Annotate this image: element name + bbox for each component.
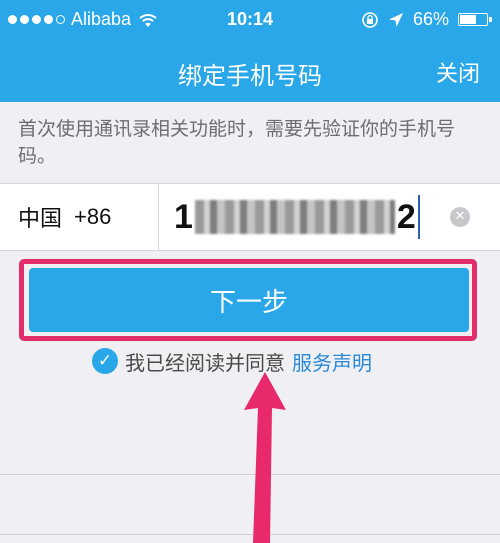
phone-number-field[interactable]: 1 2 [174, 192, 424, 242]
country-code: +86 [74, 204, 112, 229]
text-cursor [417, 195, 420, 239]
navigation-bar: 绑定手机号码 关闭 [0, 40, 500, 102]
location-arrow-icon [388, 12, 403, 27]
next-step-button[interactable]: 下一步 [29, 268, 469, 332]
phone-input-row: 中国 +86 1 2 ✕ [0, 183, 500, 251]
status-bar: Alibaba 10:14 66% [0, 0, 500, 40]
pointer-arrow-icon [244, 372, 286, 543]
country-name: 中国 [18, 207, 63, 232]
country-selector[interactable]: 中国 +86 [18, 184, 158, 250]
page-title: 绑定手机号码 [178, 62, 322, 90]
row-divider [158, 184, 159, 250]
close-button[interactable]: 关闭 [436, 56, 480, 88]
battery-level [460, 15, 476, 24]
status-right: 66% [361, 9, 492, 30]
checkmark-icon[interactable]: ✓ [92, 348, 118, 374]
phone-number-redacted [194, 200, 395, 234]
clear-input-icon[interactable]: ✕ [450, 207, 470, 227]
rotation-lock-icon [362, 11, 378, 28]
agreement-row: ✓ 我已经阅读并同意 服务声明 [92, 346, 372, 376]
phone-number-last-digit: 2 [396, 197, 416, 236]
description-text: 首次使用通讯录相关功能时，需要先验证你的手机号码。 [18, 118, 456, 167]
battery-percent: 66% [412, 9, 449, 29]
phone-number-first-digit: 1 [174, 197, 193, 236]
battery-icon [458, 13, 492, 26]
